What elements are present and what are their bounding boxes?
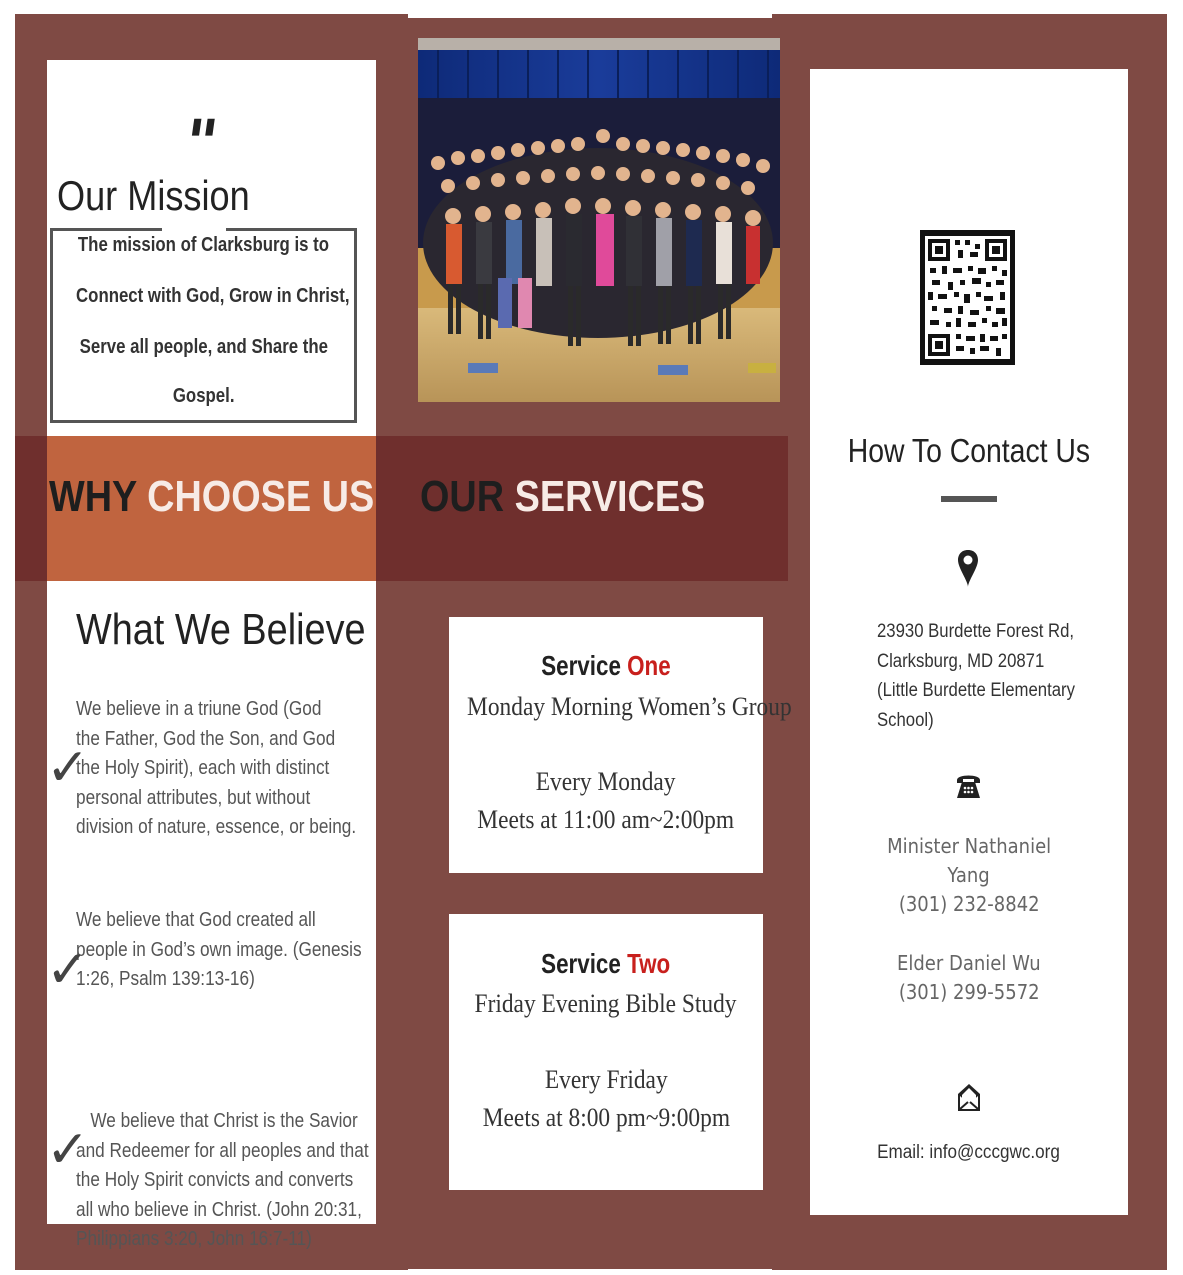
mission-title: Our Mission — [57, 172, 250, 219]
service-day: Every Monday — [536, 767, 676, 796]
service-name: Friday Evening Bible Study — [475, 989, 737, 1018]
belief-item: We believe that Christ is the Savior and … — [76, 1110, 369, 1250]
telephone-icon — [955, 771, 982, 801]
mission-line: Connect with God, Grow in Christ, — [76, 285, 350, 307]
contact-address: 23930 Burdette Forest Rd, Clarksburg, MD… — [877, 621, 1075, 731]
service-time: Meets at 8:00 pm~9:00pm — [482, 1103, 730, 1132]
belief-item: We believe in a triune God (God the Fathe… — [76, 698, 357, 838]
beliefs-title: What We Believe — [76, 605, 366, 654]
divider — [941, 496, 997, 502]
our-services-heading: OUR SERVICES — [420, 472, 706, 521]
mission-line: Gospel. — [172, 385, 235, 407]
qr-code-icon — [920, 230, 1015, 365]
service-label: Service One — [541, 650, 671, 681]
checkmark-icon: ✓ — [46, 738, 90, 798]
service-day: Every Friday — [544, 1065, 668, 1094]
why-choose-heading: WHY CHOOSE US — [49, 472, 375, 521]
service-label: Service Two — [541, 948, 671, 979]
belief-item: We believe that God created all people in… — [76, 909, 362, 990]
congregation-photo — [418, 38, 780, 402]
mission-line: Serve all people, and Share the — [79, 336, 328, 358]
envelope-icon — [957, 1083, 981, 1113]
contact-person: Minister Nathaniel Yang (301) 232-8842 — [886, 834, 1052, 916]
contact-person: Elder Daniel Wu (301) 299-5572 — [897, 951, 1041, 1004]
mission-line: The mission of Clarksburg is to — [77, 234, 330, 256]
service-time: Meets at 11:00 am~2:00pm — [477, 805, 735, 834]
contact-email: Email: info@cccgwc.org — [877, 1142, 1061, 1163]
service-name: Monday Morning Women’s Group — [467, 692, 792, 721]
checkmark-icon: ✓ — [46, 940, 90, 1000]
contact-title: How To Contact Us — [847, 432, 1091, 469]
location-pin-icon — [957, 549, 979, 589]
checkmark-icon: ✓ — [46, 1120, 90, 1180]
